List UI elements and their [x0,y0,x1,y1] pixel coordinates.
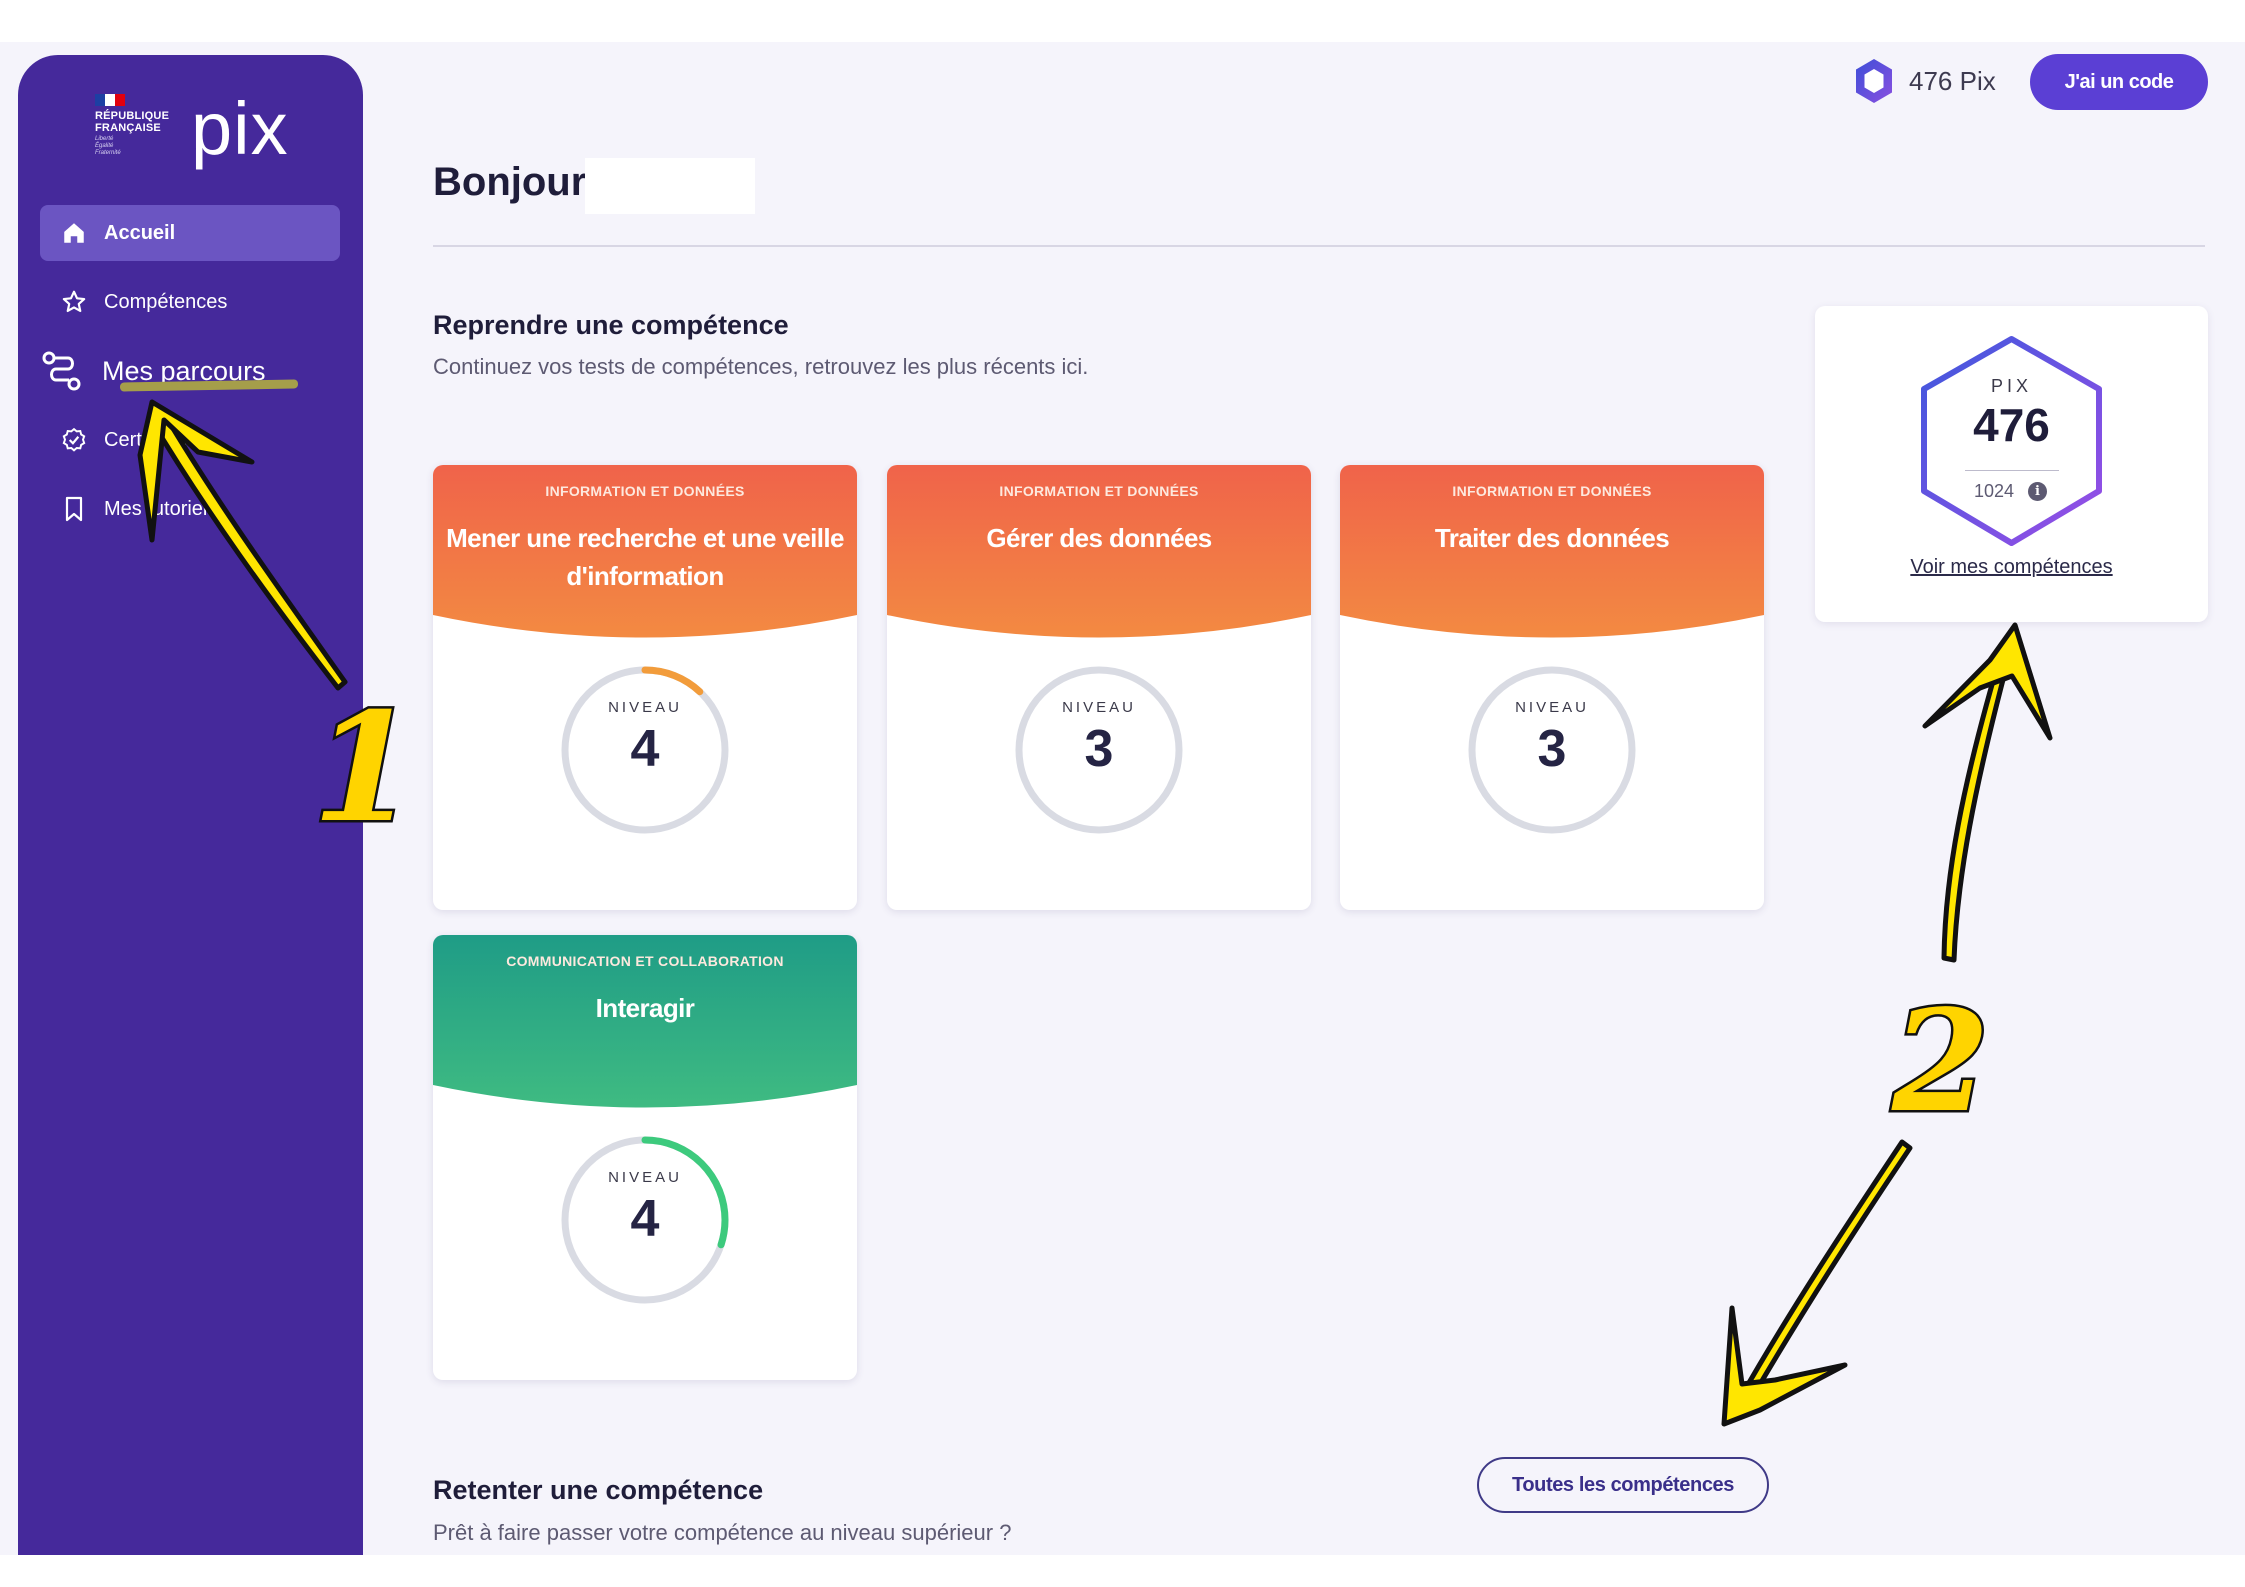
card-domain: INFORMATION ET DONNÉES [1452,483,1652,499]
pix-score-label: 476 Pix [1909,65,1996,96]
pix-value: 476 [1973,399,2050,451]
flag-icon [95,94,125,106]
card-competence-name: Mener une recherche et une veille d'info… [446,523,844,591]
republique-francaise-logo: RÉPUBLIQUE FRANÇAISE Liberté Égalité Fra… [93,92,173,162]
republique-line: RÉPUBLIQUE [95,110,170,122]
card-competence-name: Interagir [595,993,695,1023]
competence-card[interactable]: COMMUNICATION ET COLLABORATION Interagir N… [433,935,857,1380]
home-icon [60,219,88,247]
pix-wordmark: pix [191,87,289,170]
sidebar-item-mes-tutoriels[interactable]: Mes tutoriels [40,481,340,537]
sidebar-nav: Accueil Compétences Mes parcours Certifi… [40,205,340,550]
logo[interactable]: RÉPUBLIQUE FRANÇAISE Liberté Égalité Fra… [93,87,289,170]
card-domain: INFORMATION ET DONNÉES [545,483,745,499]
check-badge-icon [60,426,88,454]
retry-section-title: Retenter une compétence [433,1475,764,1505]
sidebar-item-accueil[interactable]: Accueil [40,205,340,261]
pix-score-indicator: 476 Pix [1853,57,1996,105]
motto-line: Fraternité [95,150,121,156]
annotation-number-1: 1 [309,678,418,859]
card-competence-name: Gérer des données [986,523,1212,553]
francaise-line: FRANÇAISE [95,122,161,134]
niveau-value: 4 [630,720,660,778]
sidebar-item-competences[interactable]: Compétences [40,274,340,330]
pix-score-panel: PIX 476 1024 i Voir mes compétences [1815,306,2208,622]
motto-line: Égalité [95,143,114,149]
voir-competences-link[interactable]: Voir mes compétences [1815,556,2208,579]
code-button[interactable]: J'ai un code [2030,54,2208,110]
pix-max-value: 1024 [1974,481,2015,501]
pix-label: PIX [1990,376,2032,396]
route-icon [40,349,84,393]
card-competence-name: Traiter des données [1434,523,1670,553]
competence-card[interactable]: INFORMATION ET DONNÉES Gérer des données N… [887,465,1311,910]
header-divider [433,245,2205,247]
motto-line: Liberté [95,136,114,142]
niveau-value: 4 [630,1190,660,1248]
competence-card[interactable]: INFORMATION ET DONNÉES Mener une recherch… [433,465,857,910]
bookmark-icon [60,495,88,523]
niveau-value: 3 [1084,720,1114,778]
all-competences-button[interactable]: Toutes les compétences [1477,1457,1769,1513]
sidebar-item-certification[interactable]: Certification [40,412,340,468]
sidebar-item-label: Certification [104,428,210,451]
card-domain: COMMUNICATION ET COLLABORATION [506,953,784,969]
highlight-underline [119,379,299,392]
resume-section-title: Reprendre une compétence [433,310,789,340]
niveau-value: 3 [1537,720,1567,778]
star-icon [60,288,88,316]
pix-hexagon-icon [1856,59,1892,103]
sidebar-item-label: Mes tutoriels [104,497,218,520]
sidebar-item-label: Accueil [104,221,176,244]
competence-card[interactable]: INFORMATION ET DONNÉES Traiter des donnée… [1340,465,1764,910]
niveau-label: NIVEAU [608,699,682,716]
score-divider [1965,470,2059,471]
card-domain: INFORMATION ET DONNÉES [999,483,1199,499]
niveau-label: NIVEAU [608,1169,682,1186]
annotation-number-2: 2 [1889,978,1991,1147]
niveau-label: NIVEAU [1062,699,1136,716]
retry-section-subtitle: Prêt à faire passer votre compétence au … [433,1520,1012,1545]
redacted-user-name [585,158,755,214]
sidebar-item-label: Compétences [104,290,228,313]
greeting-title: Bonjour [433,160,587,204]
sidebar-item-mes-parcours[interactable]: Mes parcours [40,343,340,399]
info-icon[interactable]: i [2028,482,2047,501]
niveau-label: NIVEAU [1515,699,1589,716]
resume-section-subtitle: Continuez vos tests de compétences, retr… [433,354,1089,379]
